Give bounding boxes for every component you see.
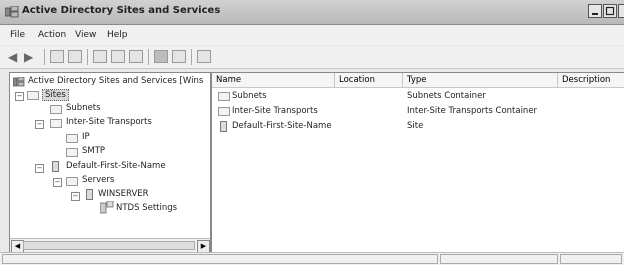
tree-item-inter-site-transports[interactable]: Inter-Site Transports — [66, 117, 152, 127]
tree-horizontal-scrollbar[interactable]: ◀ ▶ — [10, 238, 210, 253]
list-item-name: Inter-Site Transports — [232, 106, 318, 116]
status-bar — [0, 252, 624, 265]
menu-view[interactable]: View — [75, 30, 96, 40]
tree-item-ntds-settings[interactable]: NTDS Settings — [116, 203, 177, 213]
tree-item-smtp[interactable]: SMTP — [82, 146, 105, 156]
folder-icon — [50, 105, 62, 114]
toolbar: ◀ ▶ — [0, 46, 624, 69]
window-title: Active Directory Sites and Services — [22, 5, 221, 16]
back-icon[interactable]: ◀ — [8, 51, 17, 63]
tree-item-servers[interactable]: Servers — [82, 175, 114, 185]
column-type[interactable]: Type — [403, 73, 558, 87]
menu-file[interactable]: File — [10, 30, 25, 40]
collapse-winserver-icon[interactable]: − — [71, 192, 80, 201]
scrollbar-thumb[interactable] — [23, 241, 195, 250]
site-icon — [52, 161, 59, 172]
up-icon[interactable] — [50, 50, 64, 63]
tree-item-sites[interactable]: Sites — [42, 89, 69, 101]
collapse-transports-icon[interactable]: − — [35, 120, 44, 129]
refresh-icon[interactable] — [111, 50, 125, 63]
list-item-name: Subnets — [232, 91, 267, 101]
tree-item-ip[interactable]: IP — [82, 132, 90, 142]
folder-icon — [218, 107, 230, 116]
collapse-servers-icon[interactable]: − — [53, 178, 62, 187]
list-item-type: Subnets Container — [407, 91, 486, 101]
folder-icon — [66, 148, 78, 157]
collapse-sites-icon[interactable]: − — [15, 92, 24, 101]
list-item[interactable]: Default-First-Site-Name Site — [212, 120, 624, 133]
folder-icon — [50, 119, 62, 128]
list-item[interactable]: Subnets Subnets Container — [212, 90, 624, 103]
column-name[interactable]: Name — [212, 73, 335, 87]
status-segment — [560, 254, 622, 264]
help-icon[interactable] — [154, 50, 168, 63]
snapin-icon[interactable] — [197, 50, 211, 63]
show-tree-icon[interactable] — [68, 50, 82, 63]
menu-help[interactable]: Help — [107, 30, 128, 40]
sites-services-app-icon — [5, 6, 19, 18]
forward-icon[interactable]: ▶ — [24, 51, 33, 63]
maximize-button[interactable] — [603, 4, 617, 18]
folder-icon — [27, 91, 39, 100]
status-segment — [2, 254, 438, 264]
menu-action[interactable]: Action — [38, 30, 66, 40]
console-tree-icon[interactable] — [172, 50, 186, 63]
collapse-site-icon[interactable]: − — [35, 164, 44, 173]
menu-bar: File Action View Help — [0, 25, 624, 45]
list-item-name: Default-First-Site-Name — [232, 121, 332, 131]
list-header: Name Location Type Description — [212, 73, 624, 88]
tree-item-subnets[interactable]: Subnets — [66, 103, 101, 113]
folder-icon — [66, 134, 78, 143]
list-item-type: Site — [407, 121, 424, 131]
minimize-icon — [592, 13, 598, 15]
ntds-settings-icon — [100, 201, 114, 214]
list-item[interactable]: Inter-Site Transports Inter-Site Transpo… — [212, 105, 624, 118]
details-list[interactable]: Name Location Type Description Subnets S… — [211, 72, 624, 253]
maximize-icon — [605, 6, 615, 16]
properties-icon[interactable] — [93, 50, 107, 63]
status-segment — [440, 254, 558, 264]
console-tree[interactable]: Active Directory Sites and Services [Win… — [9, 72, 211, 254]
folder-icon — [218, 92, 230, 101]
sites-services-root-icon — [13, 77, 25, 87]
export-icon[interactable] — [129, 50, 143, 63]
tree-item-default-site[interactable]: Default-First-Site-Name — [66, 161, 166, 171]
minimize-button[interactable] — [588, 4, 602, 18]
column-description[interactable]: Description — [558, 73, 624, 87]
folder-icon — [66, 177, 78, 186]
title-bar: Active Directory Sites and Services — [0, 0, 624, 25]
column-location[interactable]: Location — [335, 73, 403, 87]
close-button[interactable] — [618, 4, 624, 18]
site-icon — [220, 121, 227, 132]
list-item-type: Inter-Site Transports Container — [407, 106, 538, 116]
tree-item-winserver[interactable]: WINSERVER — [98, 189, 149, 199]
tree-root-label[interactable]: Active Directory Sites and Services [Win… — [28, 76, 203, 86]
server-icon — [86, 189, 93, 200]
